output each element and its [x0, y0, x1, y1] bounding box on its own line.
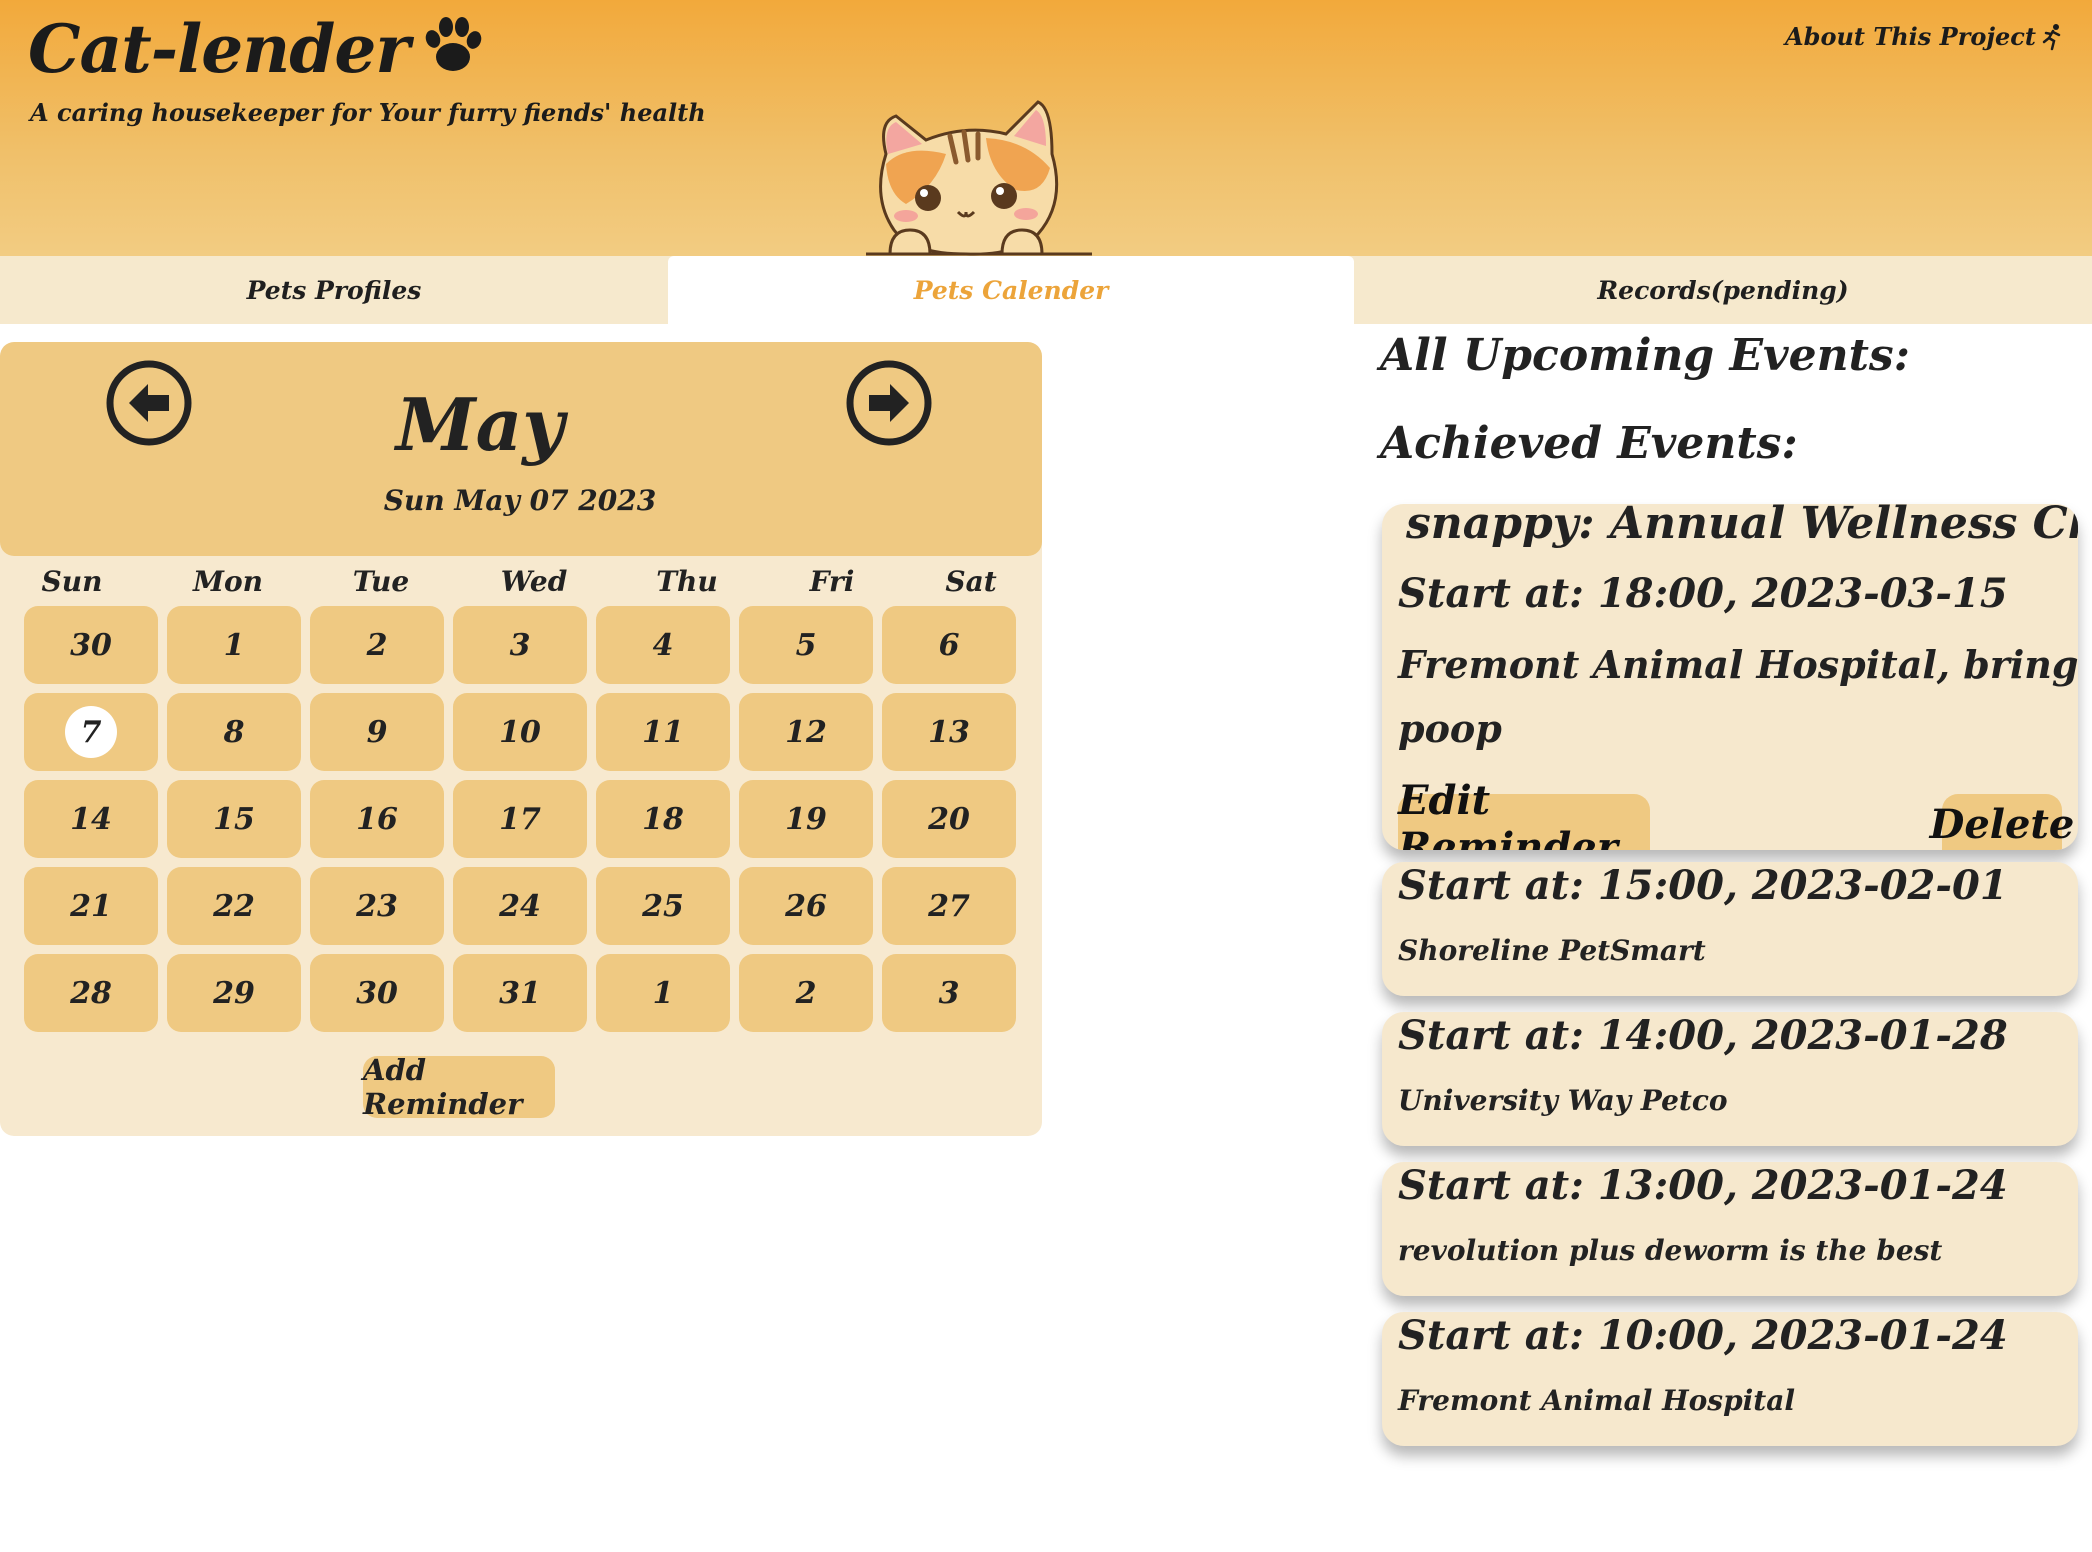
calendar-day[interactable]: 13: [882, 693, 1016, 771]
calendar-day[interactable]: 23: [310, 867, 444, 945]
arrow-right-circle-icon: [846, 360, 932, 446]
calendar-day[interactable]: 4: [596, 606, 730, 684]
calendar-panel: May Sun May 07 2023 Sun Mon Tue Wed Thu …: [0, 342, 1042, 1136]
app-title-text: Cat-lender: [28, 10, 410, 88]
event-card[interactable]: Start at: 13:00, 2023-01-24 revolution p…: [1382, 1162, 2078, 1296]
selected-day-marker: 7: [65, 706, 117, 758]
calendar-day[interactable]: 28: [24, 954, 158, 1032]
calendar-day[interactable]: 30: [24, 606, 158, 684]
event-note: University Way Petco: [1398, 1084, 1728, 1117]
tab-pets-calender[interactable]: Pets Calender: [668, 256, 1354, 324]
upcoming-events-title: All Upcoming Events:: [1380, 330, 1910, 381]
event-start: Start at: 13:00, 2023-01-24: [1398, 1162, 2008, 1209]
event-note: Fremont Animal Hospital: [1398, 1384, 1795, 1417]
weekday-mon: Mon: [192, 565, 264, 598]
calendar-day[interactable]: 5: [739, 606, 873, 684]
month-name: May: [395, 382, 565, 467]
event-card[interactable]: Start at: 15:00, 2023-02-01 Shoreline Pe…: [1382, 862, 2078, 996]
calendar-day[interactable]: 31: [453, 954, 587, 1032]
weekday-wed: Wed: [500, 565, 568, 598]
calendar-day[interactable]: 2: [310, 606, 444, 684]
calendar-day[interactable]: 25: [596, 867, 730, 945]
calendar-day[interactable]: 15: [167, 780, 301, 858]
calendar-day[interactable]: 20: [882, 780, 1016, 858]
event-card-expanded[interactable]: snappy: Annual Wellness Check Start at: …: [1382, 504, 2078, 850]
tab-pets-profiles[interactable]: Pets Profiles: [0, 256, 668, 324]
calendar-day[interactable]: 12: [739, 693, 873, 771]
event-card[interactable]: Start at: 14:00, 2023-01-28 University W…: [1382, 1012, 2078, 1146]
weekday-sun: Sun: [41, 565, 103, 598]
calendar-day[interactable]: 3: [882, 954, 1016, 1032]
event-start: Start at: 14:00, 2023-01-28: [1398, 1012, 2008, 1059]
main-tabs: Pets Profiles Pets Calender Records(pend…: [0, 256, 2092, 324]
about-link-label: About This Project: [1785, 22, 2036, 51]
calendar-day[interactable]: 29: [167, 954, 301, 1032]
about-project-link[interactable]: About This Project: [1785, 22, 2064, 51]
calendar-day[interactable]: 19: [739, 780, 873, 858]
calendar-day[interactable]: 22: [167, 867, 301, 945]
cat-illustration: [866, 100, 1092, 256]
event-title: snappy: Annual Wellness Check: [1406, 504, 2078, 549]
app-header: Cat-lender A caring housekeeper for Your…: [0, 0, 2092, 256]
app-subtitle: A caring housekeeper for Your furry fien…: [30, 98, 706, 127]
calendar-day[interactable]: 18: [596, 780, 730, 858]
delete-button[interactable]: Delete: [1930, 794, 2074, 850]
calendar-day-selected[interactable]: 7: [24, 693, 158, 771]
event-start: Start at: 10:00, 2023-01-24: [1398, 1312, 2008, 1359]
calendar-day[interactable]: 27: [882, 867, 1016, 945]
event-note-continued: poop: [1398, 706, 1502, 751]
event-card[interactable]: Start at: 10:00, 2023-01-24 Fremont Anim…: [1382, 1312, 2078, 1446]
add-reminder-button[interactable]: Add Reminder: [363, 1053, 555, 1121]
calendar-day[interactable]: 1: [167, 606, 301, 684]
event-note: Fremont Animal Hospital, brings a little: [1398, 642, 2078, 687]
calendar-day[interactable]: 24: [453, 867, 587, 945]
event-start: Start at: 15:00, 2023-02-01: [1398, 862, 2008, 909]
calendar-day[interactable]: 26: [739, 867, 873, 945]
weekday-tue: Tue: [352, 565, 410, 598]
calendar-day[interactable]: 10: [453, 693, 587, 771]
tab-records[interactable]: Records(pending): [1354, 256, 2092, 324]
edit-reminder-button[interactable]: Edit Reminder: [1398, 777, 1650, 850]
calendar-day[interactable]: 9: [310, 693, 444, 771]
event-start: Start at: 18:00, 2023-03-15: [1398, 570, 2008, 617]
prev-month-button[interactable]: [104, 358, 194, 448]
calendar-day[interactable]: 30: [310, 954, 444, 1032]
calendar-header: May Sun May 07 2023: [0, 342, 1042, 556]
weekday-thu: Thu: [656, 565, 718, 598]
arrow-left-circle-icon: [106, 360, 192, 446]
weekday-sat: Sat: [945, 565, 997, 598]
calendar-day[interactable]: 17: [453, 780, 587, 858]
calendar-day[interactable]: 8: [167, 693, 301, 771]
event-note: revolution plus deworm is the best: [1398, 1234, 1943, 1267]
calendar-day[interactable]: 16: [310, 780, 444, 858]
calendar-day[interactable]: 11: [596, 693, 730, 771]
calendar-day[interactable]: 14: [24, 780, 158, 858]
paw-icon: [425, 17, 482, 71]
calendar-day[interactable]: 1: [596, 954, 730, 1032]
calendar-day[interactable]: 21: [24, 867, 158, 945]
event-note: Shoreline PetSmart: [1398, 934, 1706, 967]
calendar-day[interactable]: 3: [453, 606, 587, 684]
current-date: Sun May 07 2023: [383, 484, 657, 517]
weekday-fri: Fri: [809, 565, 855, 598]
next-month-button[interactable]: [844, 358, 934, 448]
runner-icon: [2042, 23, 2061, 50]
achieved-events-title: Achieved Events:: [1380, 418, 1798, 469]
app-title: Cat-lender: [28, 10, 491, 88]
calendar-day[interactable]: 2: [739, 954, 873, 1032]
calendar-day[interactable]: 6: [882, 606, 1016, 684]
